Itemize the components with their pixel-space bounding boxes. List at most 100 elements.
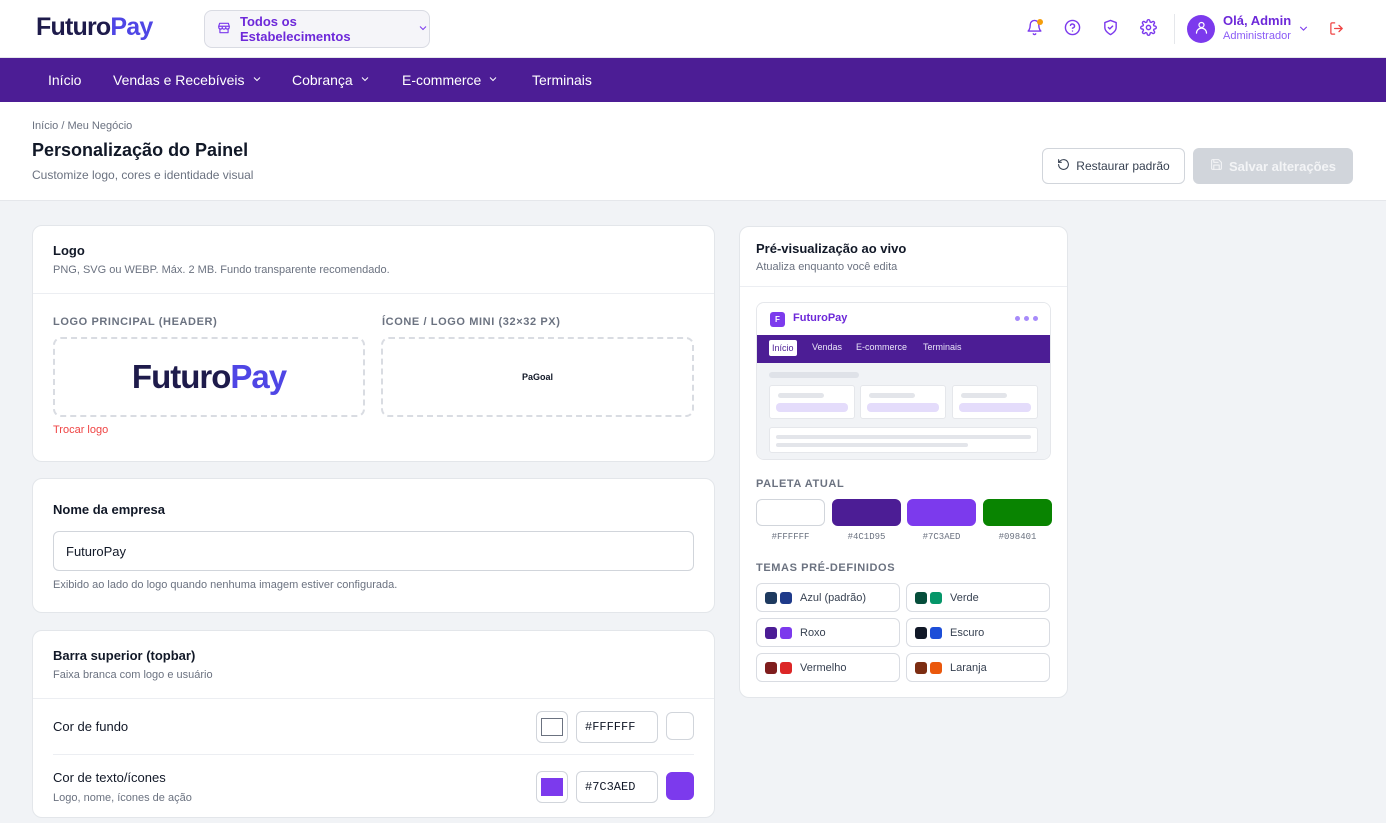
preview-card: Pré-visualização ao vivo Atualiza enquan… [739,226,1068,698]
palette-hex-label: #098401 [998,532,1037,542]
save-changes-button[interactable]: Salvar alterações [1193,148,1353,184]
logout-icon [1329,22,1344,39]
user-menu-chevron[interactable] [1297,22,1310,38]
page-header: Início / Meu Negócio Personalização do P… [0,102,1386,201]
bg-color-hex-input[interactable] [576,711,658,743]
establishment-label: Todos os Estabelecimentos [240,14,351,44]
nav-item-ecommerce[interactable]: E-commerce [402,58,499,102]
theme-red-button[interactable]: Vermelho [756,653,900,682]
preview-mini-card [860,385,946,419]
reset-icon [1057,158,1070,174]
mini-logo-label: ÍCONE / LOGO MINI (32×32 PX) [382,316,561,328]
text-color-swatch [541,778,563,796]
page-title: Personalização do Painel [32,140,249,160]
chevron-down-icon [487,72,499,88]
nav-label: Vendas e Recebíveis [113,72,245,88]
topbar-card: Barra superior (topbar) Faixa branca com… [32,630,715,818]
card-divider [740,286,1067,287]
chevron-down-icon [1297,23,1310,38]
palette-swatch-purple[interactable] [907,499,976,526]
bg-color-swatch [541,718,563,736]
text-color-label: Cor de texto/ícones [53,770,166,785]
help-button[interactable] [1062,19,1082,39]
preview-nav-item: E-commerce [856,342,908,352]
help-icon [1064,19,1081,39]
text-color-hex-input[interactable] [576,771,658,803]
main-logo-dropzone[interactable]: FuturoPay [53,337,365,417]
main-logo-preview: FuturoPay [131,358,287,395]
nav-item-cobranca[interactable]: Cobrança [292,58,371,102]
palette-hex-label: #FFFFFF [771,532,810,542]
preview-company-name: FuturoPay [793,312,848,324]
palette-swatch-white[interactable] [756,499,825,526]
preview-nav-item: Início [769,340,797,356]
card-divider [33,293,714,294]
chevron-down-icon [359,72,371,88]
theme-green-button[interactable]: Verde [906,583,1050,612]
restore-default-button[interactable]: Restaurar padrão [1042,148,1185,184]
palette-hex-label: #4C1D95 [847,532,886,542]
live-preview: F FuturoPay Início Vendas E-commerce Ter… [756,302,1051,460]
logo-card-subtitle: PNG, SVG ou WEBP. Máx. 2 MB. Fundo trans… [53,264,390,276]
palette-label: PALETA ATUAL [756,478,845,490]
company-name-input[interactable] [53,531,694,571]
change-logo-link[interactable]: Trocar logo [53,424,108,436]
text-color-help: Logo, nome, ícones de ação [53,792,192,804]
logo-card-title: Logo [53,243,85,258]
breadcrumb: Início / Meu Negócio [32,120,133,132]
page-subtitle: Customize logo, cores e identidade visua… [32,168,254,182]
nav-label: Cobrança [292,72,353,88]
user-greeting[interactable]: Olá, Admin [1223,13,1291,28]
top-header: FuturoPay Todos os Estabelecimentos Olá,… [0,0,1386,58]
settings-button[interactable] [1138,19,1158,39]
mini-logo-dropzone[interactable]: PaGoal [381,337,694,417]
preview-topbar: F FuturoPay [757,303,1050,335]
palette-hex-label: #7C3AED [922,532,961,542]
topbar-card-title: Barra superior (topbar) [53,648,196,663]
brand-logo[interactable]: FuturoPay [36,13,153,42]
palette-swatch-dark-purple[interactable] [832,499,901,526]
preview-mini-card [952,385,1038,419]
text-color-picker[interactable] [536,771,568,803]
palette-swatch-green[interactable] [983,499,1052,526]
restore-label: Restaurar padrão [1076,159,1170,173]
company-name-help: Exibido ao lado do logo quando nenhuma i… [53,579,398,591]
gear-icon [1139,19,1157,39]
text-color-chip[interactable] [666,772,694,800]
topbar-card-subtitle: Faixa branca com logo e usuário [53,669,213,681]
theme-label: Azul (padrão) [800,591,867,604]
theme-label: Verde [950,591,979,604]
notifications-button[interactable] [1024,19,1044,39]
establishment-selector[interactable]: Todos os Estabelecimentos [204,10,430,48]
row-divider [53,754,694,755]
theme-label: Escuro [950,626,985,639]
preview-mini-card [769,385,855,419]
bg-color-label: Cor de fundo [53,719,129,734]
nav-item-inicio[interactable]: Início [48,58,81,102]
theme-label: Roxo [800,626,826,639]
user-role: Administrador [1223,30,1291,42]
main-nav: Início Vendas e Recebíveis Cobrança E-co… [0,58,1386,102]
bg-color-picker[interactable] [536,711,568,743]
nav-item-vendas[interactable]: Vendas e Recebíveis [113,58,263,102]
preview-nav-item: Vendas [812,342,843,352]
user-icon [1194,20,1209,38]
avatar[interactable] [1187,15,1215,43]
theme-orange-button[interactable]: Laranja [906,653,1050,682]
chevron-down-icon [417,22,429,37]
theme-label: Laranja [950,661,987,674]
theme-blue-button[interactable]: Azul (padrão) [756,583,900,612]
preview-nav-item: Terminais [923,342,962,352]
nav-item-terminais[interactable]: Terminais [532,58,592,102]
bg-color-chip[interactable] [666,712,694,740]
chevron-down-icon [251,72,263,88]
preview-nav: Início Vendas E-commerce Terminais [757,335,1050,363]
theme-purple-button[interactable]: Roxo [756,618,900,647]
theme-dark-button[interactable]: Escuro [906,618,1050,647]
card-divider [33,698,714,699]
security-button[interactable] [1100,19,1120,39]
logout-button[interactable] [1329,21,1344,39]
save-label: Salvar alterações [1229,158,1336,174]
logo-card: Logo PNG, SVG ou WEBP. Máx. 2 MB. Fundo … [32,225,715,462]
nav-label: Início [48,72,82,88]
